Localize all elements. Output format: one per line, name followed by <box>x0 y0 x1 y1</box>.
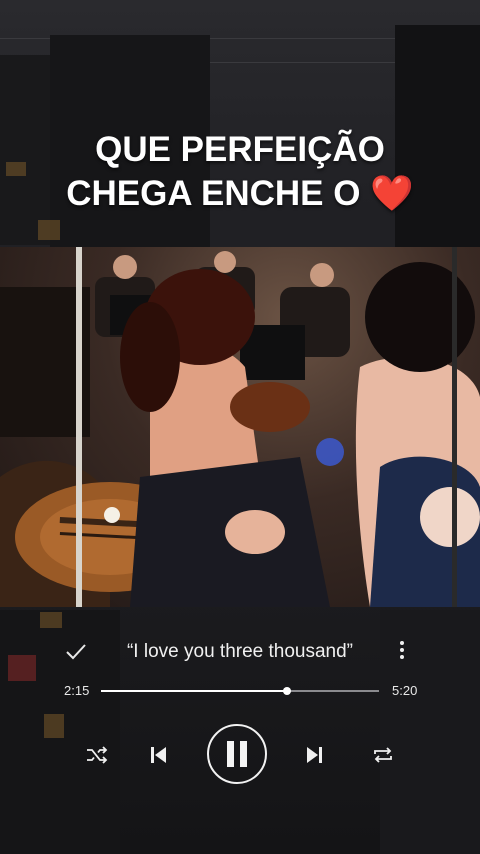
repeat-icon <box>374 747 392 763</box>
heart-emoji: ❤️ <box>370 174 414 213</box>
more-vertical-icon[interactable] <box>394 638 410 666</box>
pause-button[interactable] <box>207 724 267 784</box>
total-time: 5:20 <box>392 683 418 698</box>
caption-line-1: QUE PERFEIÇÃO <box>95 130 385 169</box>
progress-bar[interactable] <box>101 687 379 695</box>
skip-next-icon <box>307 747 322 763</box>
current-time: 2:15 <box>64 683 90 698</box>
progress-fill <box>101 690 288 692</box>
caption-line-2-text: CHEGA ENCHE O <box>66 174 361 213</box>
repeat-button[interactable] <box>370 742 396 768</box>
song-title: “I love you three thousand” <box>126 641 354 662</box>
check-icon[interactable] <box>64 640 88 664</box>
next-button[interactable] <box>302 741 328 769</box>
skip-previous-icon <box>151 747 166 763</box>
pause-icon <box>227 741 247 767</box>
orchestra-illustration <box>0 247 480 607</box>
overlay-caption: QUE PERFEIÇÃO CHEGA ENCHE O ❤️ <box>0 128 480 216</box>
shuffle-button[interactable] <box>84 742 110 768</box>
window-light <box>38 220 60 240</box>
shuffle-icon <box>87 746 108 764</box>
video-frame[interactable] <box>0 247 480 607</box>
previous-button[interactable] <box>145 741 171 769</box>
caption-line-2: CHEGA ENCHE O ❤️ <box>0 172 480 216</box>
